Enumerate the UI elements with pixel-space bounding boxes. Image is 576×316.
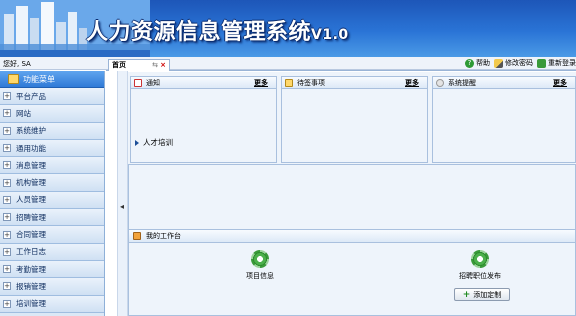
menu-header: 功能菜单 bbox=[0, 71, 104, 88]
header-banner: 人力资源信息管理系统V1.0 bbox=[0, 0, 576, 57]
add-custom-button[interactable]: + 添加定制 bbox=[454, 288, 510, 301]
sidebar-item-org[interactable]: + 机构管理 bbox=[0, 174, 104, 192]
todo-icon bbox=[285, 78, 293, 87]
reminder-panel: 系统提醒 更多 bbox=[432, 76, 576, 163]
sidebar-item-expense[interactable]: + 报销管理 bbox=[0, 278, 104, 296]
expand-icon[interactable]: + bbox=[3, 92, 11, 101]
greeting-text: 您好, SA bbox=[3, 60, 31, 68]
workbench-icon bbox=[133, 232, 141, 240]
bullet-icon bbox=[135, 139, 139, 146]
expand-icon[interactable]: + bbox=[3, 230, 11, 239]
sidebar-item-worklog[interactable]: + 工作日志 bbox=[0, 243, 104, 261]
main-content: 通知 更多 人才培训 待签事项 更多 系统提醒 更多 我的工作台 项目信息 招聘… bbox=[128, 72, 576, 316]
notice-list-item[interactable]: 人才培训 bbox=[135, 137, 173, 148]
app-title: 人力资源信息管理系统V1.0 bbox=[86, 20, 349, 45]
reminder-panel-header: 系统提醒 更多 bbox=[433, 77, 575, 89]
blank-panel bbox=[128, 164, 576, 234]
sidebar-item-training[interactable]: + 培训管理 bbox=[0, 295, 104, 313]
reminder-more-link[interactable]: 更多 bbox=[553, 78, 567, 88]
todo-panel-header: 待签事项 更多 bbox=[282, 77, 427, 89]
tab-bar: 首页 ⇆ × bbox=[106, 59, 576, 71]
expand-icon[interactable]: + bbox=[3, 161, 11, 170]
gear-icon bbox=[251, 250, 269, 268]
sidebar-item-messages[interactable]: + 消息管理 bbox=[0, 157, 104, 175]
todo-more-link[interactable]: 更多 bbox=[405, 78, 419, 88]
expand-icon[interactable]: + bbox=[3, 178, 11, 187]
sidebar-item-recruit[interactable]: + 招聘管理 bbox=[0, 209, 104, 227]
tab-home[interactable]: 首页 ⇆ × bbox=[108, 59, 170, 71]
notice-panel-header: 通知 更多 bbox=[131, 77, 276, 89]
plus-icon: + bbox=[462, 289, 471, 300]
shortcut-job-posting[interactable]: 招聘职位发布 bbox=[459, 250, 501, 281]
expand-icon[interactable]: + bbox=[3, 109, 11, 118]
expand-icon[interactable]: + bbox=[3, 265, 11, 274]
expand-icon[interactable]: + bbox=[3, 213, 11, 222]
sidebar-splitter[interactable]: ◂ bbox=[117, 71, 128, 316]
expand-icon[interactable]: + bbox=[3, 195, 11, 204]
shortcut-project-info[interactable]: 项目信息 bbox=[246, 250, 274, 281]
sidebar-item-website[interactable]: + 网站 bbox=[0, 105, 104, 123]
sidebar-item-attendance[interactable]: + 考勤管理 bbox=[0, 260, 104, 279]
sidebar-item-contract[interactable]: + 合同管理 bbox=[0, 226, 104, 244]
reminder-icon bbox=[436, 78, 444, 87]
sidebar-item-staff[interactable]: + 人员管理 bbox=[0, 191, 104, 210]
workbench-header: 我的工作台 bbox=[129, 230, 575, 243]
pin-icon[interactable]: ⇆ bbox=[152, 60, 158, 71]
sidebar-item-platform[interactable]: + 平台产品 bbox=[0, 88, 104, 106]
todo-panel: 待签事项 更多 bbox=[281, 76, 428, 163]
workbench-panel: 我的工作台 bbox=[128, 229, 576, 316]
collapse-arrow-icon[interactable]: ◂ bbox=[120, 201, 126, 213]
sidebar-item-common[interactable]: + 通用功能 bbox=[0, 139, 104, 158]
sidebar-menu: 功能菜单 + 平台产品 + 网站 + 系统维护 + 通用功能 + 消息管理 + 机构管理 +… bbox=[0, 71, 105, 316]
notice-icon bbox=[134, 78, 142, 87]
expand-icon[interactable]: + bbox=[3, 247, 11, 256]
sidebar-item-system[interactable]: + 系统维护 bbox=[0, 122, 104, 140]
expand-icon[interactable]: + bbox=[3, 299, 11, 308]
notice-more-link[interactable]: 更多 bbox=[254, 78, 268, 88]
expand-icon[interactable]: + bbox=[3, 126, 11, 135]
gear-icon bbox=[471, 250, 489, 268]
expand-icon[interactable]: + bbox=[3, 282, 11, 291]
home-icon bbox=[8, 74, 19, 84]
notice-panel: 通知 更多 人才培训 bbox=[130, 76, 277, 163]
expand-icon[interactable]: + bbox=[3, 144, 11, 153]
close-icon[interactable]: × bbox=[160, 60, 166, 71]
